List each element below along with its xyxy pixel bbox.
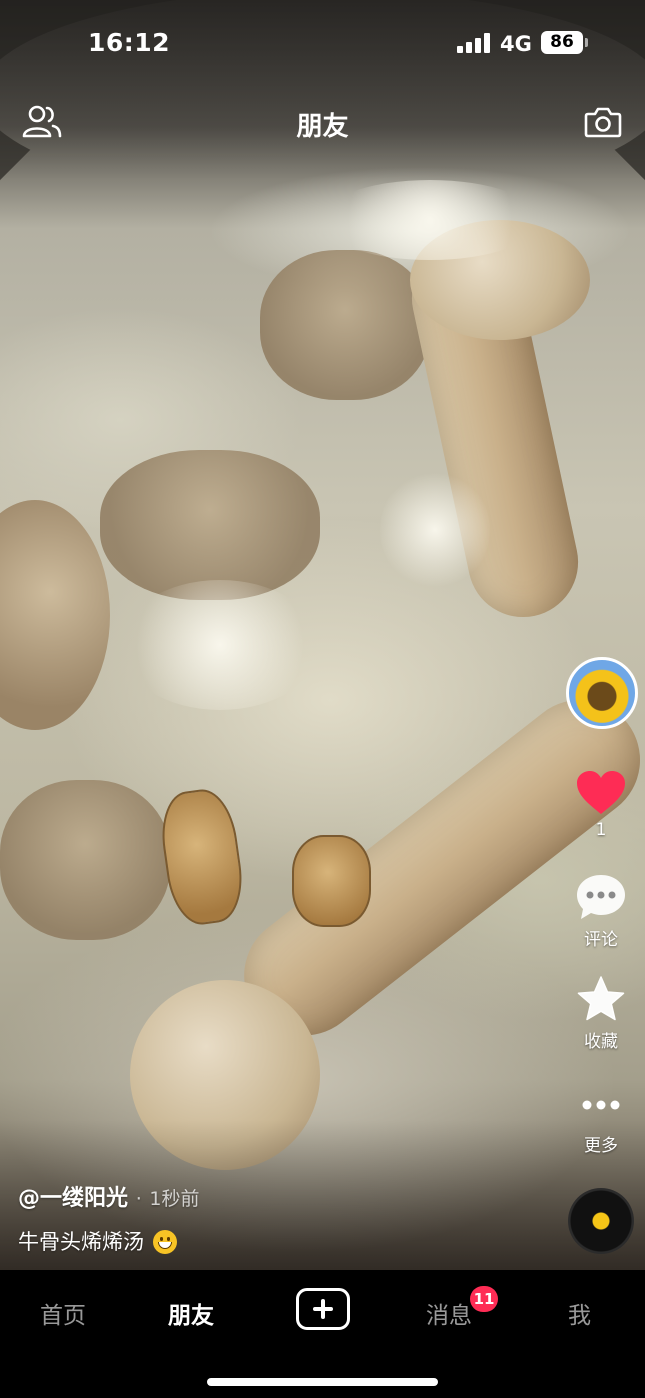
screen: 16:12 4G 86 朋友 1 评论 收藏 更多 @一缕阳光 · 1秒前 牛骨… <box>0 0 645 1398</box>
foam <box>120 580 320 710</box>
ginger-slice <box>292 835 371 927</box>
post-caption: @一缕阳光 · 1秒前 牛骨头烯烯汤 <box>18 1180 200 1256</box>
camera-icon[interactable] <box>584 104 622 140</box>
author-name[interactable]: @一缕阳光 <box>18 1186 128 1211</box>
signal-icon <box>457 33 491 53</box>
messages-badge: 11 <box>470 1286 498 1312</box>
bone-knob <box>0 500 110 730</box>
favorite-button[interactable]: 收藏 <box>560 975 642 1052</box>
meat-chunk <box>260 250 430 400</box>
star-icon <box>577 976 625 1021</box>
post-time: 1秒前 <box>149 1188 200 1210</box>
more-icon <box>582 1100 620 1110</box>
comment-button[interactable]: 评论 <box>560 873 642 950</box>
grinning-emoji-icon <box>152 1230 177 1254</box>
home-indicator[interactable] <box>207 1378 438 1386</box>
meat-chunk <box>100 450 320 600</box>
music-disc-icon[interactable] <box>568 1188 634 1254</box>
foam <box>320 180 540 260</box>
comment-label: 评论 <box>584 930 618 950</box>
tab-me[interactable]: 我 <box>568 1296 591 1330</box>
post-description: 牛骨头烯烯汤 <box>18 1226 200 1256</box>
tab-home[interactable]: 首页 <box>40 1296 86 1330</box>
comment-icon <box>577 875 625 919</box>
author-avatar[interactable] <box>566 657 638 729</box>
foam <box>380 470 490 590</box>
like-button[interactable]: 1 <box>560 770 642 840</box>
status-time: 16:12 <box>88 28 171 57</box>
favorite-label: 收藏 <box>584 1032 618 1052</box>
tab-messages[interactable]: 消息 <box>426 1296 472 1330</box>
ginger-slice <box>156 785 248 929</box>
author-line: @一缕阳光 · 1秒前 <box>18 1180 200 1212</box>
post-description-text: 牛骨头烯烯汤 <box>18 1230 144 1254</box>
status-bar: 16:12 4G 86 <box>0 0 645 90</box>
page-title: 朋友 <box>296 112 349 142</box>
like-count: 1 <box>595 820 607 840</box>
tab-friends[interactable]: 朋友 <box>168 1296 214 1330</box>
meta-separator: · <box>135 1188 142 1210</box>
top-nav: 朋友 <box>0 92 645 154</box>
battery-icon: 86 <box>541 31 583 54</box>
create-button[interactable] <box>296 1288 350 1330</box>
more-label: 更多 <box>584 1136 618 1156</box>
meat-chunk <box>0 780 170 940</box>
more-button[interactable]: 更多 <box>560 1095 642 1156</box>
heart-icon <box>577 771 625 814</box>
network-type: 4G <box>500 32 532 56</box>
battery-tip <box>585 38 588 47</box>
video-player[interactable] <box>0 0 645 1270</box>
